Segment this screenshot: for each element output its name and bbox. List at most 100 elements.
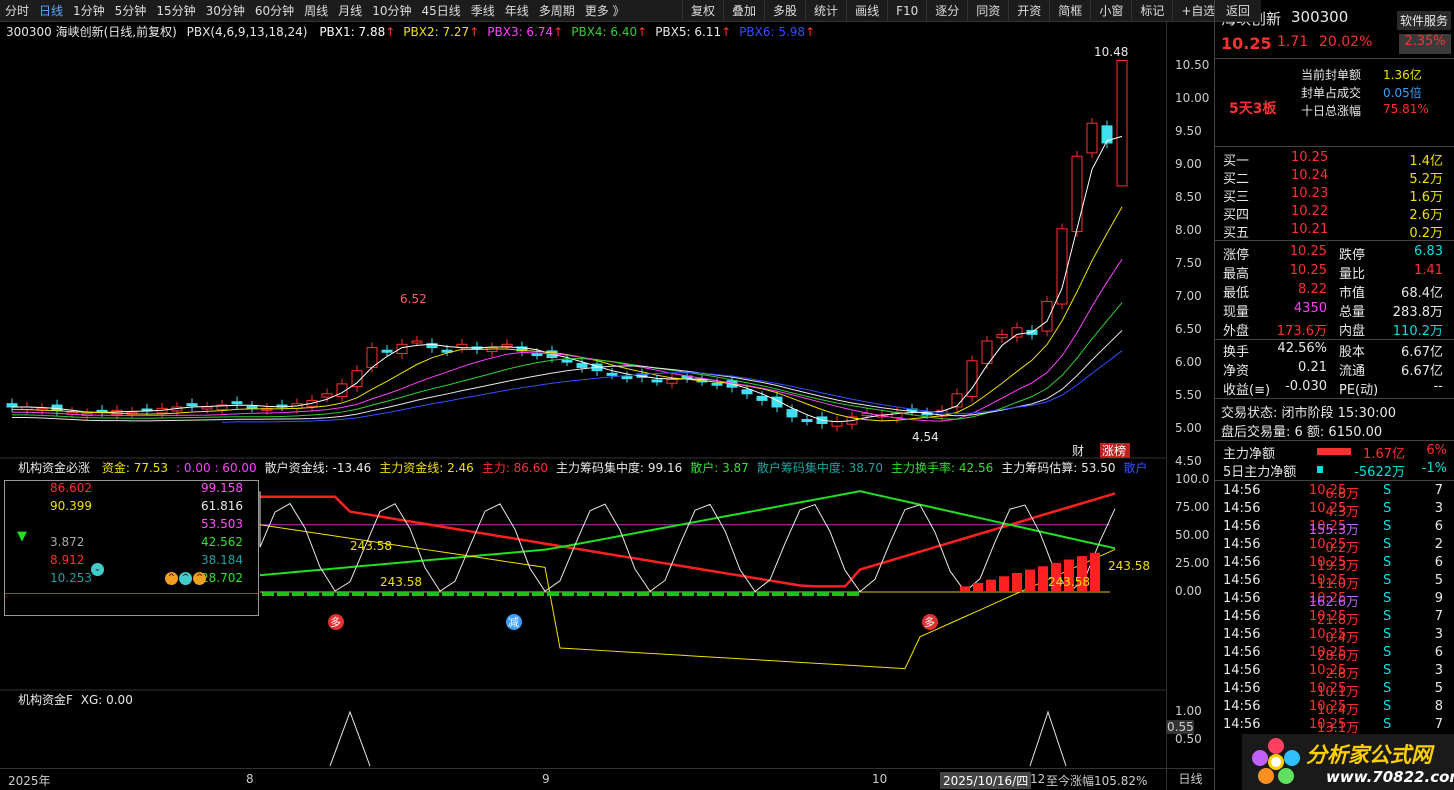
volume-bar [1090, 552, 1100, 592]
order-row[interactable]: 买五 10.21 0.2万 [1215, 222, 1454, 241]
sub-indicator-name[interactable]: 机构资金必涨 [18, 461, 90, 475]
period-tab-2[interactable]: 1分钟 [68, 0, 110, 22]
period-tab-12[interactable]: 年线 [500, 0, 534, 22]
retail-bar [667, 592, 679, 596]
tick-row: 14:56 10.25 21.8万 S 7 [1215, 609, 1454, 628]
candle [1041, 300, 1053, 332]
quote-value: 1.41 [1414, 263, 1443, 278]
quote-key: 涨停 [1223, 248, 1250, 263]
tool-button-4[interactable]: 画线 [846, 0, 887, 22]
volume-bar [960, 586, 970, 592]
sector-button[interactable]: 软件服务 [1397, 11, 1452, 30]
price-axis: 10.50 10.00 9.50 9.00 8.50 8.00 7.50 7.00 6.50 6.… [1166, 22, 1214, 768]
price-tick: 9.50 [1175, 124, 1202, 138]
retail-bar [817, 592, 829, 596]
quote-key: 总量 [1339, 305, 1366, 320]
time-label-oct: 10 [872, 772, 888, 786]
tick-row: 14:56 10.25 4.3万 S 3 [1215, 501, 1454, 520]
tick-count: 7 [1434, 483, 1443, 498]
sub2-indicator-name[interactable]: 机构资金F [18, 693, 73, 707]
period-tab-1[interactable]: 日线 [34, 0, 68, 22]
order-row[interactable]: 买一 10.25 1.4亿 [1215, 150, 1454, 169]
tool-button-7[interactable]: 同资 [967, 0, 1008, 22]
candle [51, 404, 63, 411]
sub-indicator-values: 资金: 77.53: 0.00 : 60.00 散户资金线: -13.46 主力资金… [94, 461, 1148, 475]
tick-time: 14:56 [1223, 681, 1261, 696]
period-tab-9[interactable]: 10分钟 [367, 0, 416, 22]
order-volume: 1.6万 [1409, 190, 1443, 205]
retail-bar [652, 592, 664, 596]
candle [186, 403, 198, 407]
candle [606, 372, 618, 376]
tool-button-6[interactable]: 逐分 [926, 0, 967, 22]
retail-bar [412, 592, 424, 596]
tool-button-2[interactable]: 多股 [764, 0, 805, 22]
value-tag: 243.58 [1108, 559, 1150, 573]
sub-value-7: 散户筹码集中度: 38.70 [756, 461, 884, 475]
tool-button-11[interactable]: 标记 [1131, 0, 1172, 22]
candle [411, 340, 423, 344]
value-tag: 243.58 [380, 575, 422, 589]
indicator-name[interactable]: PBX(4,6,9,13,18,24) [187, 25, 308, 39]
stats-value: 6.67亿 [1401, 345, 1443, 360]
tool-button-5[interactable]: F10 [887, 0, 926, 22]
watermark-logo: 分析家公式网 www.70822.com [1242, 734, 1454, 790]
period-tab-3[interactable]: 5分钟 [110, 0, 152, 22]
back-button[interactable]: 返回 [1215, 0, 1261, 22]
period-tab-10[interactable]: 45日线 [416, 0, 465, 22]
order-row[interactable]: 买二 10.24 5.2万 [1215, 168, 1454, 187]
period-tab-0[interactable]: 分时 [0, 0, 34, 22]
zt-marker: 涨榜 [1102, 443, 1126, 458]
tick-volume: 21.8万 [1317, 613, 1359, 628]
candle [801, 419, 813, 423]
order-volume: 2.6万 [1409, 208, 1443, 223]
quote-key: 市值 [1339, 286, 1366, 301]
period-tab-11[interactable]: 季线 [466, 0, 500, 22]
sub2-xg-value: XG: 0.00 [80, 693, 133, 707]
tool-button-1[interactable]: 叠加 [723, 0, 764, 22]
tick-time: 14:56 [1223, 519, 1261, 534]
capital-pct: 6% [1426, 443, 1447, 458]
quote-panel: 海峡创新 300300 软件服务 10.25 1.71 20.02% 2.35%… [1214, 0, 1454, 790]
price-tick: 7.00 [1175, 289, 1202, 303]
period-tab-4[interactable]: 15分钟 [151, 0, 200, 22]
kline-chart-canvas[interactable]: 6.52 10.48 4.54 财 涨榜 243.58 243.58 243.58 243.58… [0, 22, 1166, 768]
chart-area[interactable]: 6.52 10.48 4.54 财 涨榜 243.58 243.58 243.58 243.58… [0, 22, 1166, 768]
quote-key: 外盘 [1223, 324, 1250, 339]
order-row[interactable]: 买四 10.22 2.6万 [1215, 204, 1454, 223]
quote-value: 10.25 [1289, 263, 1327, 278]
tool-button-10[interactable]: 小窗 [1090, 0, 1131, 22]
time-label-year: 2025年 [8, 774, 51, 788]
period-tab-7[interactable]: 周线 [299, 0, 333, 22]
period-tab-14[interactable]: 更多 》 [580, 0, 630, 22]
tool-button-9[interactable]: 简框 [1049, 0, 1090, 22]
period-indicator[interactable]: 日线 [1166, 768, 1214, 790]
period-tab-8[interactable]: 月线 [333, 0, 367, 22]
order-row[interactable]: 买三 10.23 1.6万 [1215, 186, 1454, 205]
tick-side: S [1383, 717, 1392, 732]
period-tab-6[interactable]: 60分钟 [250, 0, 299, 22]
retail-bar [457, 592, 469, 596]
zero-line [5, 593, 258, 594]
volume-bar [1012, 572, 1022, 592]
sub-value-10: 散户 [1123, 461, 1148, 475]
order-volume: 1.4亿 [1409, 154, 1443, 169]
volume-bar [986, 579, 996, 592]
price-tick: 6.50 [1175, 322, 1202, 336]
quote-value: 4350 [1293, 301, 1327, 316]
stats-key: 换手 [1223, 345, 1250, 360]
tick-count: 6 [1434, 645, 1443, 660]
candle [621, 376, 633, 380]
tool-button-0[interactable]: 复权 [682, 0, 723, 22]
sub-value-0: 资金: 77.53 [101, 461, 169, 475]
quote-value: 10.25 [1289, 244, 1327, 259]
tick-count: 3 [1434, 501, 1443, 516]
period-tab-13[interactable]: 多周期 [534, 0, 580, 22]
period-tab-5[interactable]: 30分钟 [201, 0, 250, 22]
seal-value: 0.05倍 [1383, 86, 1422, 100]
tool-button-3[interactable]: 统计 [805, 0, 846, 22]
trade-status: 交易状态: 闭市阶段 15:30:00 [1221, 406, 1397, 421]
tool-button-8[interactable]: 开资 [1008, 0, 1049, 22]
seal-row: 封单占成交 0.05倍 [1215, 84, 1454, 102]
stats-key: 净资 [1223, 364, 1250, 379]
